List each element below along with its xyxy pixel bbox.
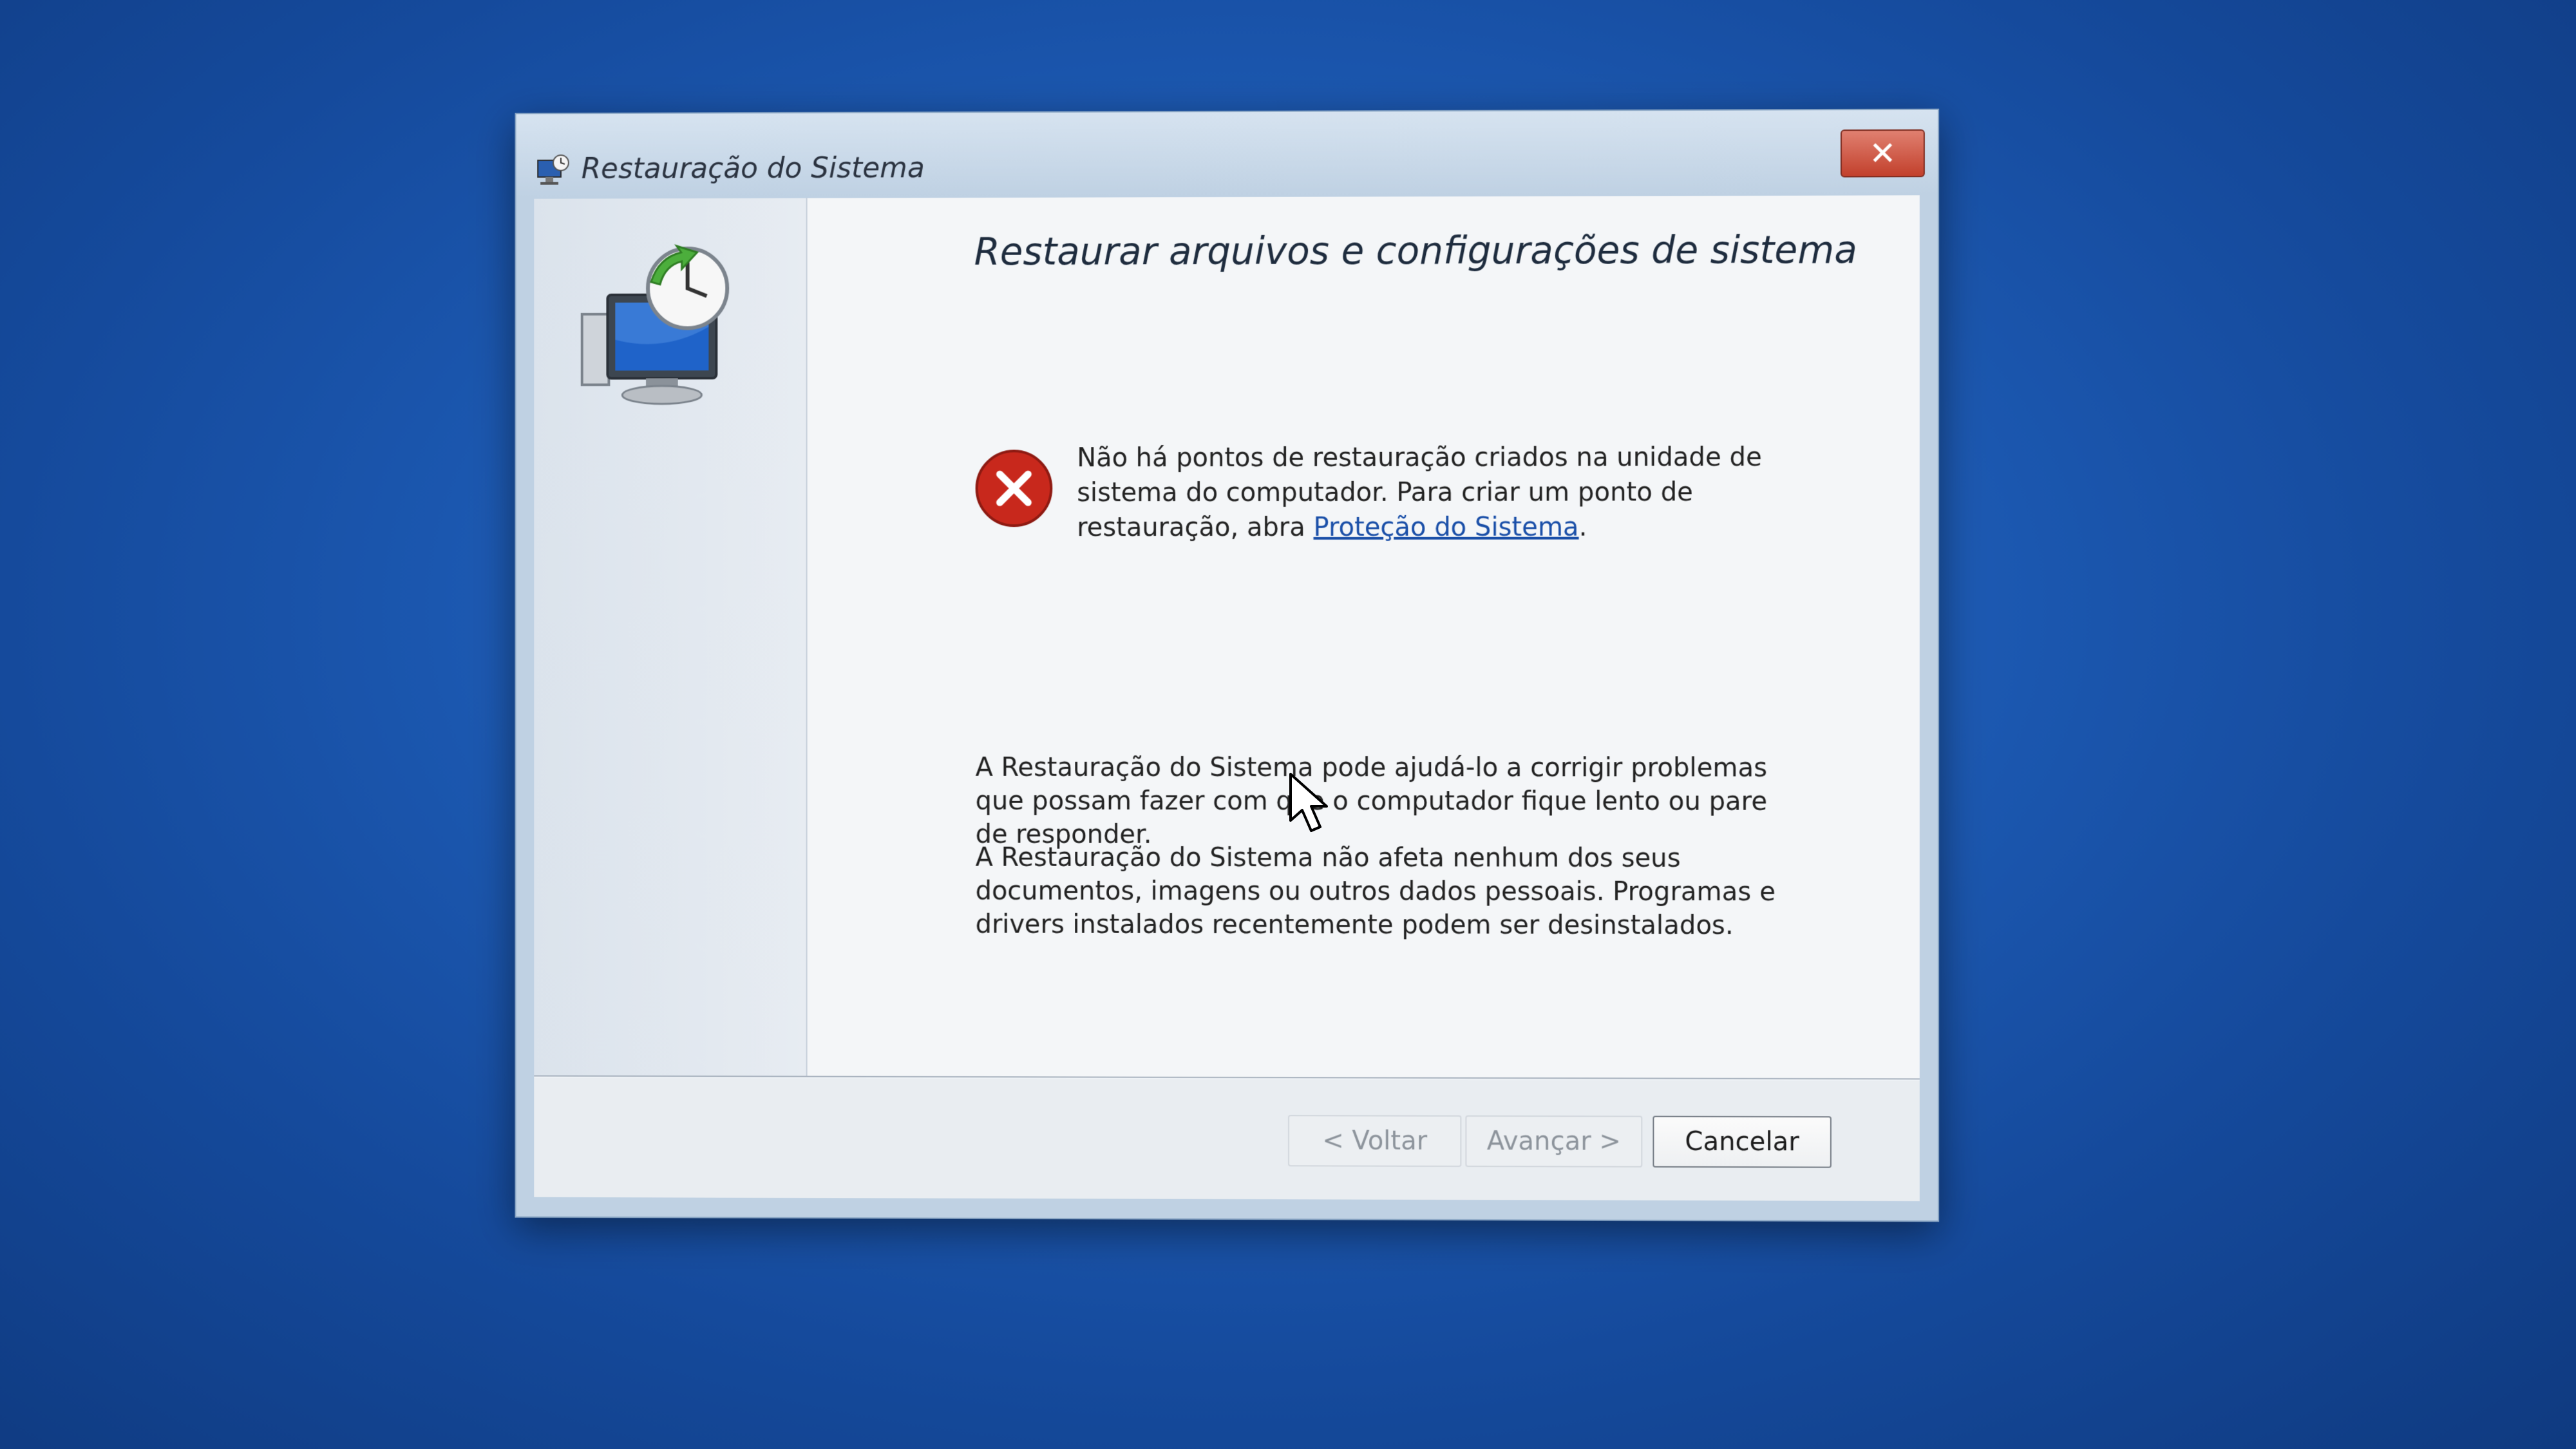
system-protection-link[interactable]: Proteção do Sistema — [1314, 513, 1579, 542]
close-icon: ✕ — [1869, 135, 1897, 173]
page-heading: Restaurar arquivos e configurações de si… — [974, 227, 1857, 274]
error-message: Não há pontos de restauração criados na … — [1077, 440, 1832, 545]
wizard-content: Restaurar arquivos e configurações de si… — [807, 195, 1920, 1079]
window-title: Restauração do Sistema — [581, 151, 925, 185]
close-button[interactable]: ✕ — [1840, 129, 1925, 178]
mouse-pointer-icon — [1289, 773, 1328, 832]
dialog-body: Restaurar arquivos e configurações de si… — [534, 195, 1920, 1202]
cancel-button[interactable]: Cancelar — [1653, 1115, 1832, 1168]
system-restore-dialog: Restauração do Sistema ✕ Restaurar arqui… — [515, 108, 1940, 1222]
description-paragraph-2: A Restauração do Sistema não afeta nenhu… — [975, 842, 1776, 941]
back-button[interactable]: < Voltar — [1288, 1115, 1462, 1168]
wizard-sidebar — [534, 198, 808, 1076]
description-paragraph-1: A Restauração do Sistema pode ajudá-lo a… — [975, 752, 1768, 849]
error-message-end: . — [1578, 512, 1587, 542]
button-bar: < Voltar Avançar > Cancelar — [534, 1077, 1920, 1202]
system-restore-icon — [535, 154, 571, 185]
error-icon — [974, 448, 1054, 528]
system-restore-monitor-clock-icon — [569, 243, 742, 411]
next-button[interactable]: Avançar > — [1465, 1115, 1643, 1168]
title-bar[interactable]: Restauração do Sistema ✕ — [516, 109, 1938, 198]
